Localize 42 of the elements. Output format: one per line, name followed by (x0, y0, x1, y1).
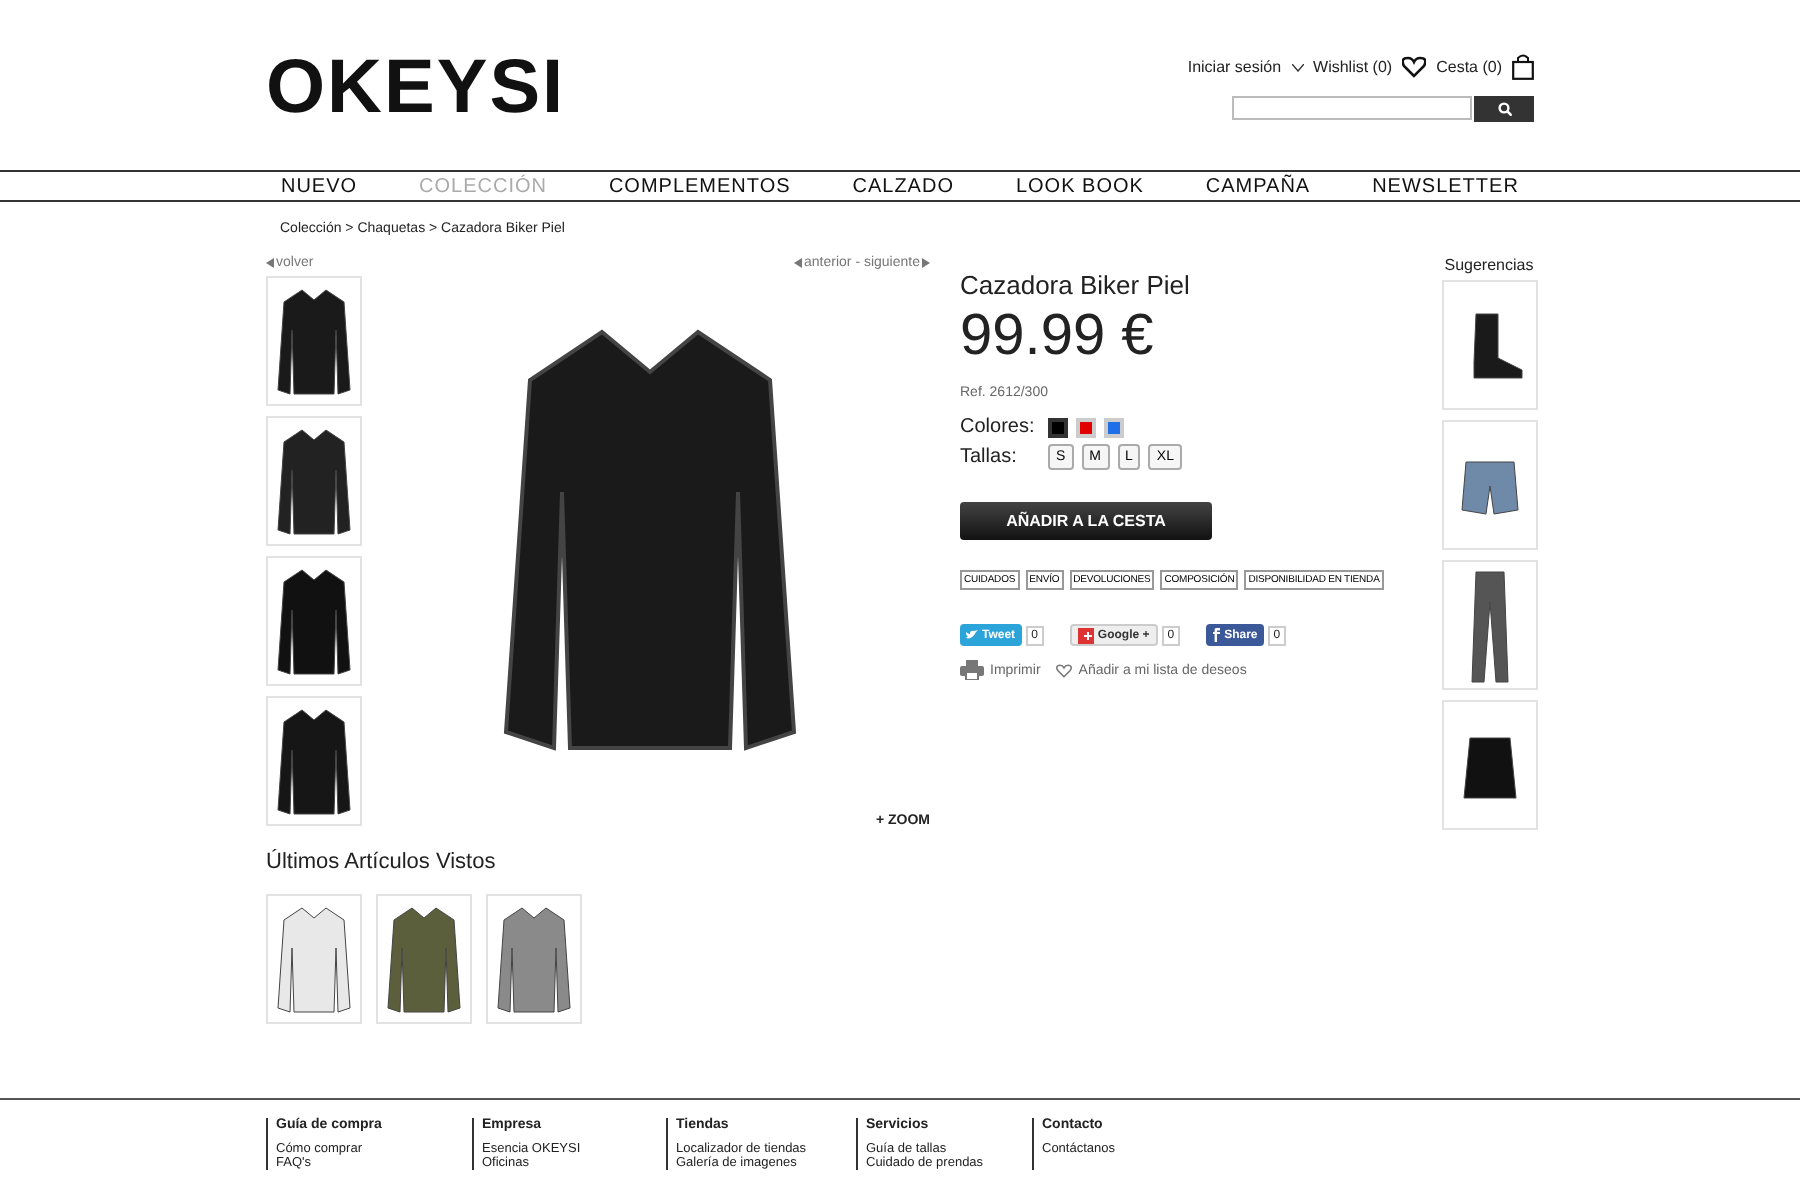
suggestion-item[interactable] (1442, 280, 1538, 410)
nav-tab[interactable]: NEWSLETTER (1372, 175, 1519, 197)
thumbnail[interactable] (266, 416, 362, 546)
bird-icon (966, 630, 978, 640)
cart-link[interactable]: Cesta (0) (1436, 58, 1502, 76)
search-icon (1497, 102, 1511, 116)
logo[interactable]: OKEYSI (266, 48, 566, 170)
search-field[interactable] (1232, 96, 1472, 120)
recent-item[interactable] (266, 894, 362, 1024)
right-triangle-icon (922, 258, 930, 268)
color-swatch[interactable] (1048, 417, 1068, 437)
suggestion-item[interactable] (1442, 700, 1538, 830)
thumbnail[interactable] (266, 276, 362, 406)
nav-tab[interactable]: COMPLEMENTOS (608, 175, 791, 197)
wishlist-link[interactable]: Wishlist (0) (1313, 58, 1393, 76)
recently-viewed-title: Últimos Artículos Vistos (266, 850, 498, 874)
facebook-icon (1212, 628, 1221, 642)
left-triangle-icon (266, 258, 274, 268)
shopping-bag-icon[interactable] (1512, 54, 1534, 80)
suggestions-title: Sugerencias (1442, 256, 1536, 274)
heart-icon (1056, 663, 1073, 677)
nav-tab[interactable]: CAMPAÑA (1205, 175, 1311, 197)
nav-tab[interactable]: CALZADO (852, 175, 954, 197)
nav-tab[interactable]: LOOK BOOK (1015, 175, 1144, 197)
recent-item[interactable] (376, 894, 472, 1024)
thumbnail[interactable] (266, 696, 362, 826)
search-button[interactable] (1474, 96, 1534, 122)
nav-tab[interactable]: NUEVO (280, 175, 358, 197)
google-plus-icon (1077, 627, 1094, 643)
heart-icon[interactable] (1402, 56, 1427, 78)
login-link[interactable]: Iniciar sesión (1187, 58, 1282, 76)
add-to-cart-button[interactable]: AÑADIR A LA CESTA (960, 502, 1212, 540)
suggestion-item[interactable] (1442, 560, 1538, 690)
product-title: Cazadora Biker Piel (960, 270, 1192, 300)
thumbnail[interactable] (266, 556, 362, 686)
recent-item[interactable] (486, 894, 582, 1024)
chevron-down-icon (1291, 63, 1304, 71)
price: 99.99 € (960, 304, 1156, 370)
printer-icon (960, 660, 984, 680)
colors-label: Colores: (960, 416, 1037, 438)
sizes-label: Tallas: (960, 446, 1019, 468)
left-triangle-icon (794, 258, 803, 268)
